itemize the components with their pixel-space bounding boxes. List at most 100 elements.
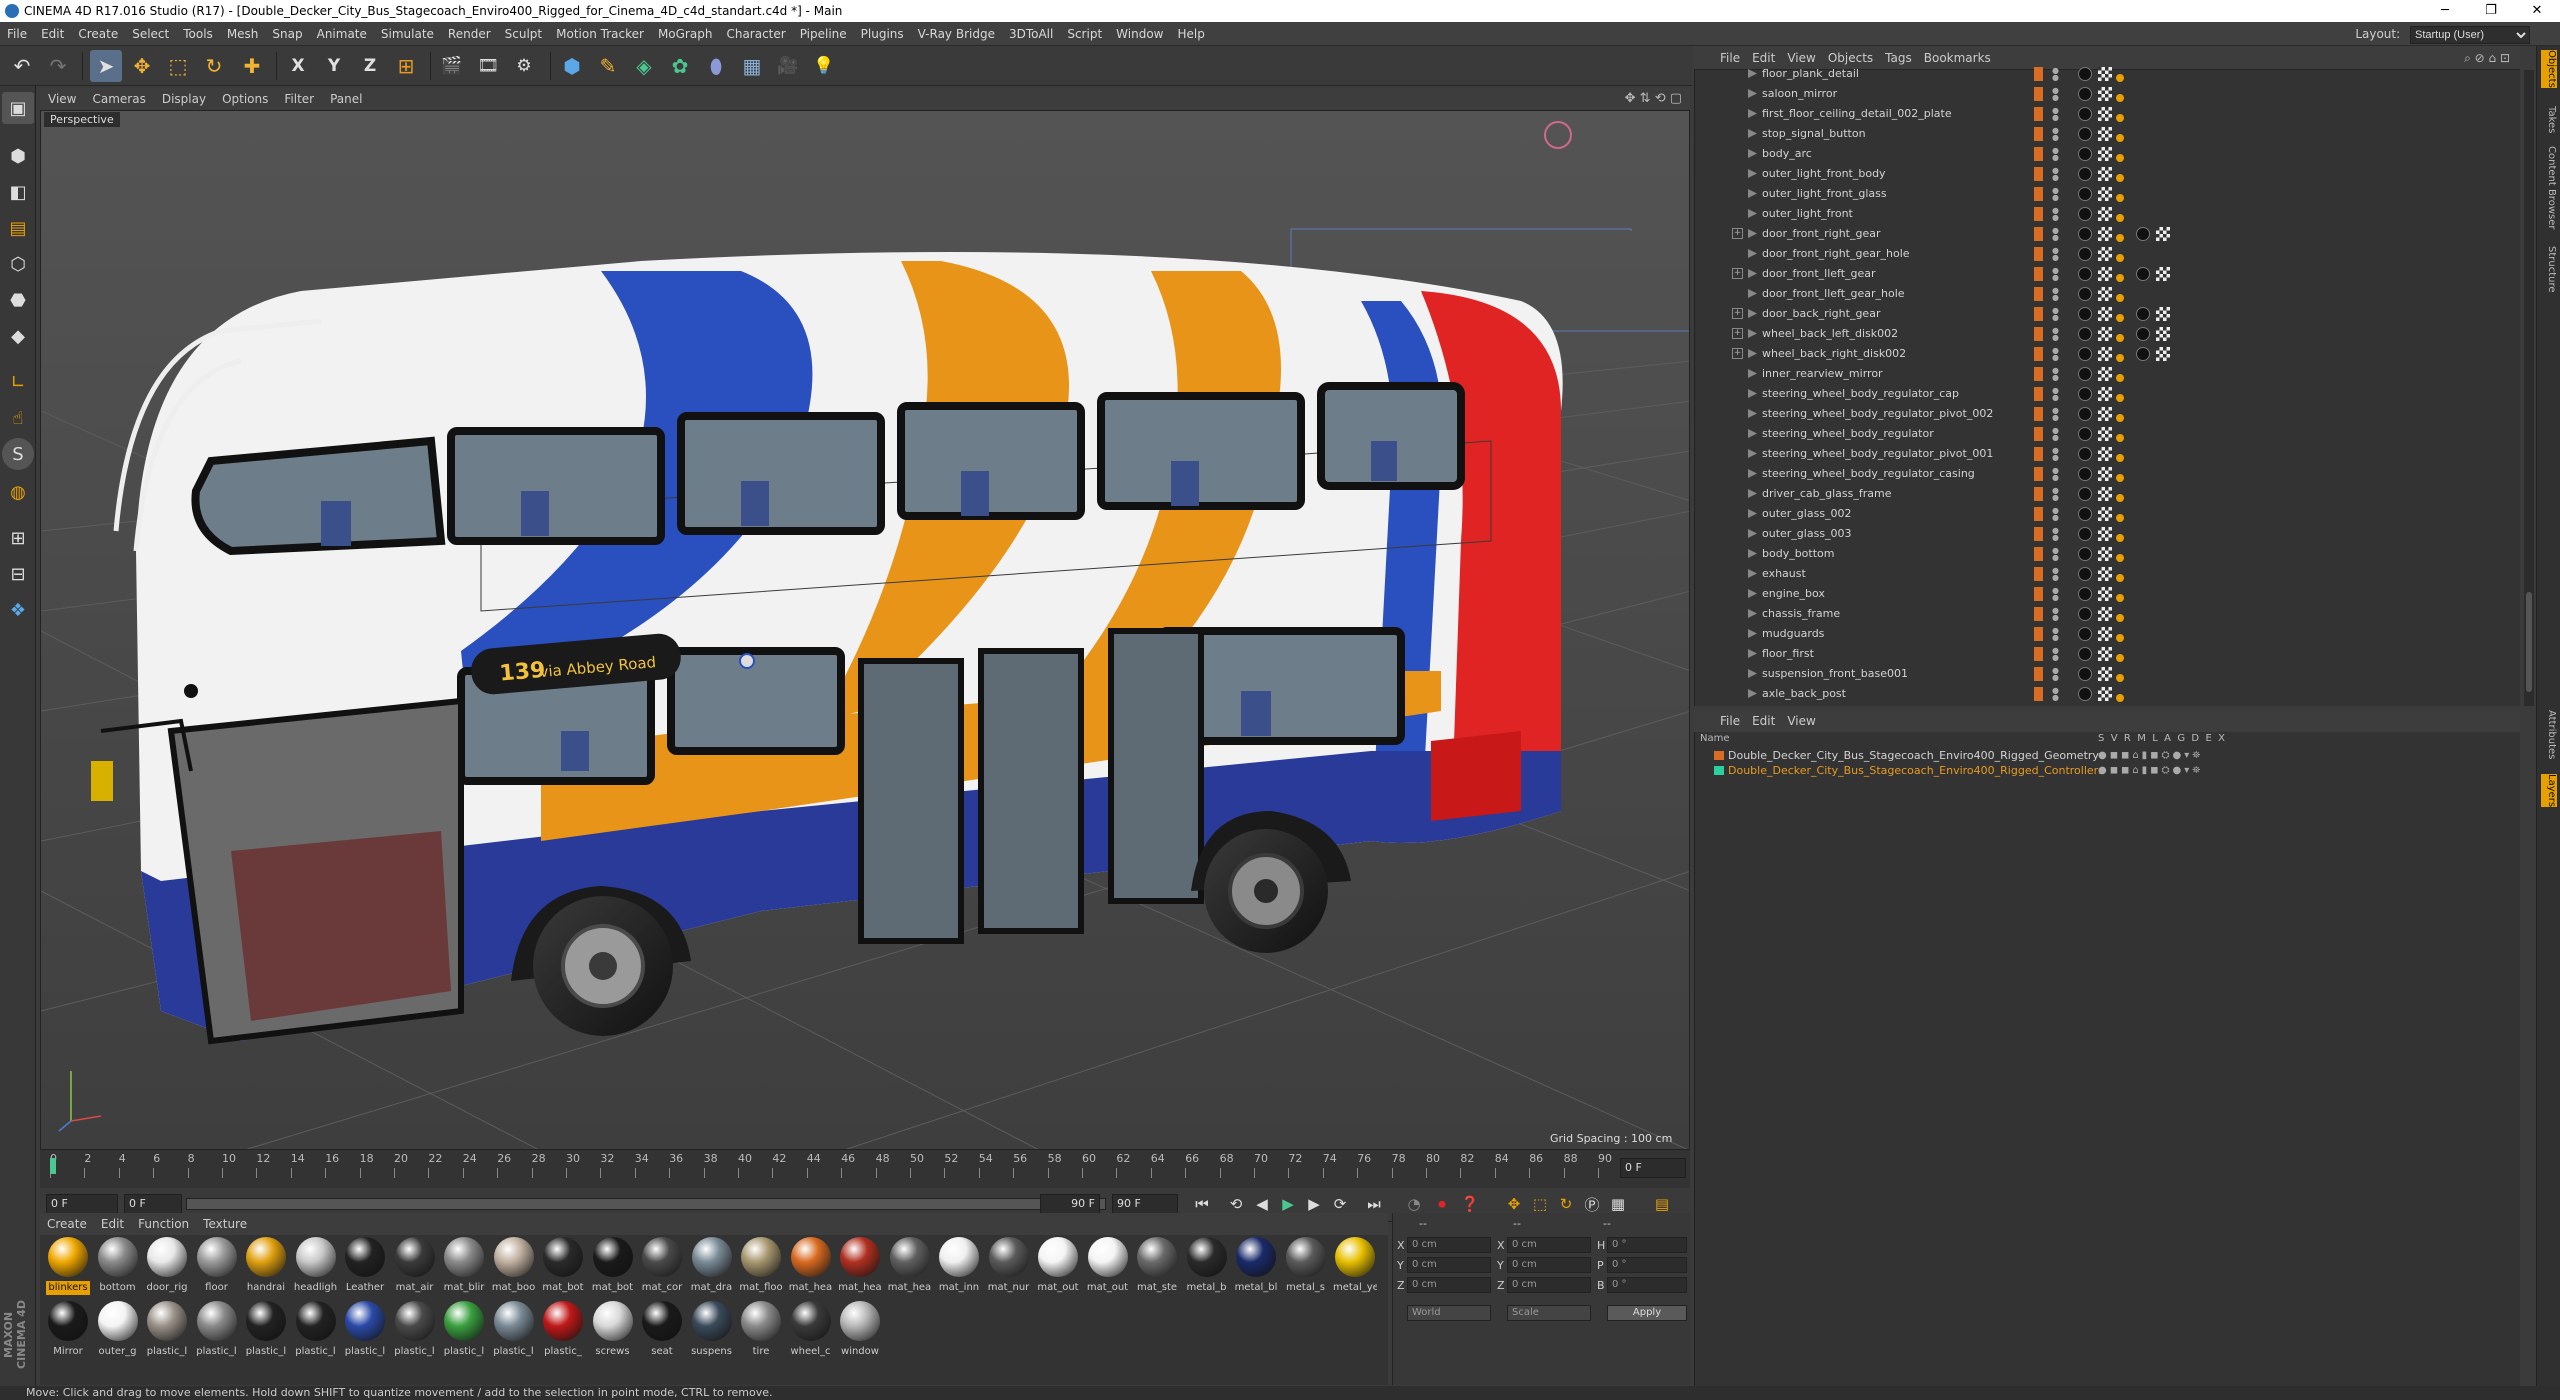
planar-workplane-icon[interactable]: ⊟: [2, 558, 34, 590]
size-y-field[interactable]: 0 cm: [1507, 1257, 1591, 1273]
material-swatch[interactable]: plastic_l: [244, 1301, 288, 1361]
subdivision-surface-button[interactable]: ◈: [628, 50, 660, 82]
extra-material-tag-icon[interactable]: [2136, 307, 2150, 321]
layer-color-swatch[interactable]: [1714, 751, 1724, 760]
material-swatch[interactable]: wheel_c: [789, 1301, 833, 1361]
layer-color-chip[interactable]: [2034, 347, 2043, 361]
material-tag-icon[interactable]: [2078, 407, 2092, 421]
object-list-row[interactable]: steering_wheel_body_regulator_pivot_002 ●…: [1694, 404, 2520, 424]
uvw-tag-icon[interactable]: [2098, 327, 2112, 341]
uvw-tag-icon[interactable]: [2098, 687, 2112, 701]
object-list-row[interactable]: first_floor_ceiling_detail_002_plate ● ●: [1694, 104, 2520, 124]
selection-tag-icon[interactable]: [2116, 514, 2124, 522]
expand-toggle-icon[interactable]: +: [1732, 308, 1743, 319]
selection-tag-icon[interactable]: [2116, 574, 2124, 582]
x-axis-lock-button[interactable]: X: [282, 50, 314, 82]
expand-toggle-icon[interactable]: +: [1732, 348, 1743, 359]
layer-color-chip[interactable]: [2034, 527, 2043, 541]
material-tag-icon[interactable]: [2078, 187, 2092, 201]
viewport-menu-view[interactable]: View: [40, 88, 84, 110]
material-tag-icon[interactable]: [2078, 467, 2092, 481]
visibility-dots-icon[interactable]: ● ●: [2052, 167, 2059, 182]
material-tag-icon[interactable]: [2078, 507, 2092, 521]
material-tag-icon[interactable]: [2078, 587, 2092, 601]
snap-icon[interactable]: S: [2, 438, 34, 470]
layer-color-chip[interactable]: [2034, 647, 2043, 661]
layer-color-chip[interactable]: [2034, 447, 2043, 461]
material-swatch[interactable]: plastic_l: [393, 1301, 437, 1361]
uvw-tag-icon[interactable]: [2098, 407, 2112, 421]
material-swatch[interactable]: suspens: [690, 1301, 734, 1361]
material-tag-icon[interactable]: [2078, 627, 2092, 641]
layer-menu-view[interactable]: View: [1781, 710, 1821, 732]
object-list-row[interactable]: engine_box ● ●: [1694, 584, 2520, 604]
selection-tag-icon[interactable]: [2116, 474, 2124, 482]
extra-material-tag-icon[interactable]: [2136, 327, 2150, 341]
object-list-row[interactable]: floor_plank_detail ● ●: [1694, 64, 2520, 84]
material-swatch[interactable]: mat_bot: [541, 1237, 585, 1297]
tweak-mode-icon[interactable]: ☝: [2, 402, 34, 434]
tab-objects[interactable]: Objects: [2541, 50, 2557, 88]
deformer-button[interactable]: ⬮: [700, 50, 732, 82]
extra-uvw-tag-icon[interactable]: [2156, 267, 2170, 281]
uvw-tag-icon[interactable]: [2098, 647, 2112, 661]
visibility-dots-icon[interactable]: ● ●: [2052, 607, 2059, 622]
layer-flag-toggles[interactable]: ●◼◼⌂▮◼⛭●▾⛯: [2098, 763, 2203, 778]
playhead-marker[interactable]: [50, 1158, 56, 1174]
material-swatch[interactable]: plastic_: [541, 1301, 585, 1361]
timeline-ruler[interactable]: 0246810121416182022242628303234363840424…: [40, 1150, 1690, 1188]
layer-color-chip[interactable]: [2034, 87, 2043, 101]
pen-spline-button[interactable]: ✎: [592, 50, 624, 82]
selection-tag-icon[interactable]: [2116, 254, 2124, 262]
selection-tag-icon[interactable]: [2116, 654, 2124, 662]
uvw-tag-icon[interactable]: [2098, 107, 2112, 121]
uvw-tag-icon[interactable]: [2098, 547, 2112, 561]
selection-tag-icon[interactable]: [2116, 174, 2124, 182]
material-swatch[interactable]: mat_inn: [937, 1237, 981, 1297]
object-list-row[interactable]: floor_first ● ●: [1694, 644, 2520, 664]
object-list-row[interactable]: outer_glass_003 ● ●: [1694, 524, 2520, 544]
visibility-dots-icon[interactable]: ● ●: [2052, 187, 2059, 202]
layer-color-chip[interactable]: [2034, 587, 2043, 601]
selection-tag-icon[interactable]: [2116, 74, 2124, 82]
redo-button[interactable]: ↷: [42, 50, 74, 82]
layer-color-chip[interactable]: [2034, 507, 2043, 521]
viewport-nav-icons[interactable]: ✥ ⇅ ⟲ ▢: [1625, 88, 1682, 110]
material-tag-icon[interactable]: [2078, 67, 2092, 81]
model-mode-icon[interactable]: ⬢: [2, 140, 34, 172]
menu-pipeline[interactable]: Pipeline: [793, 22, 854, 46]
uvw-tag-icon[interactable]: [2098, 187, 2112, 201]
material-tag-icon[interactable]: [2078, 487, 2092, 501]
uvw-tag-icon[interactable]: [2098, 387, 2112, 401]
menu-mesh[interactable]: Mesh: [220, 22, 266, 46]
uvw-tag-icon[interactable]: [2098, 667, 2112, 681]
visibility-dots-icon[interactable]: ● ●: [2052, 347, 2059, 362]
visibility-dots-icon[interactable]: ● ●: [2052, 307, 2059, 322]
object-list-row[interactable]: saloon_mirror ● ●: [1694, 84, 2520, 104]
material-swatch[interactable]: seat: [640, 1301, 684, 1361]
visibility-dots-icon[interactable]: ● ●: [2052, 147, 2059, 162]
layer-color-chip[interactable]: [2034, 667, 2043, 681]
visibility-dots-icon[interactable]: ● ●: [2052, 587, 2059, 602]
selection-tag-icon[interactable]: [2116, 94, 2124, 102]
material-swatch[interactable]: screws: [591, 1301, 635, 1361]
live-selection-button[interactable]: ➤: [90, 50, 122, 82]
uvw-tag-icon[interactable]: [2098, 67, 2112, 81]
visibility-dots-icon[interactable]: ● ●: [2052, 247, 2059, 262]
object-list-row[interactable]: suspension_front_base001 ● ●: [1694, 664, 2520, 684]
material-swatch[interactable]: mat_out: [1086, 1237, 1130, 1297]
menu-script[interactable]: Script: [1060, 22, 1109, 46]
viewport-menu-filter[interactable]: Filter: [276, 88, 322, 110]
layer-color-chip[interactable]: [2034, 187, 2043, 201]
visibility-dots-icon[interactable]: ● ●: [2052, 227, 2059, 242]
material-tag-icon[interactable]: [2078, 167, 2092, 181]
maximize-button[interactable]: ❐: [2468, 0, 2514, 22]
uvw-tag-icon[interactable]: [2098, 427, 2112, 441]
layer-color-chip[interactable]: [2034, 207, 2043, 221]
material-tag-icon[interactable]: [2078, 607, 2092, 621]
selection-tag-icon[interactable]: [2116, 434, 2124, 442]
visibility-dots-icon[interactable]: ● ●: [2052, 267, 2059, 282]
object-list-row[interactable]: steering_wheel_body_regulator_cap ● ●: [1694, 384, 2520, 404]
recent-tools-button[interactable]: ✚: [236, 50, 268, 82]
current-frame-field[interactable]: 0 F: [1620, 1158, 1686, 1178]
